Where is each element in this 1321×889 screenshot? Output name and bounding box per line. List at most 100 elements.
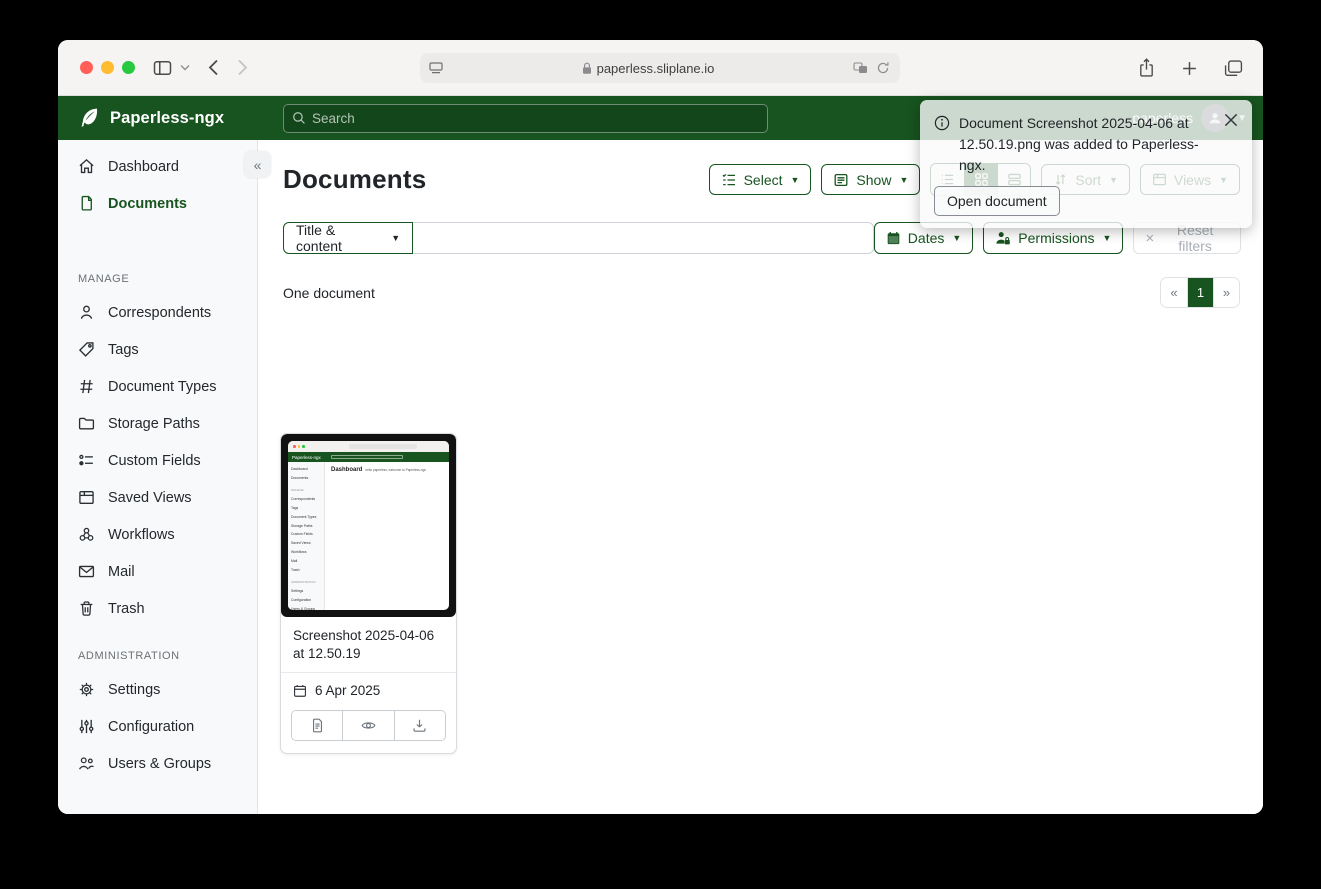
- sidebar-section-administration: ADMINISTRATION: [58, 650, 257, 671]
- chevron-down-icon[interactable]: [180, 64, 190, 71]
- app-brand[interactable]: Paperless-ngx: [78, 107, 283, 129]
- url-text: paperless.sliplane.io: [597, 61, 715, 76]
- close-icon: [1222, 111, 1240, 129]
- main-content: Documents Select ▼ Show ▼: [258, 140, 1263, 814]
- sidebar-nav: Dashboard Documents MANAGE Correspondent…: [58, 140, 258, 814]
- toast-notification: Document Screenshot 2025-04-06 at 12.50.…: [920, 100, 1252, 228]
- mini-sidebar-list: DashboardDocumentsMANAGECorrespondentsTa…: [288, 462, 325, 610]
- document-title[interactable]: Screenshot 2025-04-06 at 12.50.19: [281, 617, 456, 673]
- sidebar-item-correspondents[interactable]: Correspondents: [58, 294, 257, 331]
- folder-icon: [78, 415, 95, 432]
- filter-field-label: Title & content: [296, 222, 383, 254]
- sidebar-item-documents[interactable]: Documents: [58, 185, 257, 222]
- app-title: Paperless-ngx: [110, 109, 224, 128]
- sidebar-item-saved-views[interactable]: Saved Views: [58, 479, 257, 516]
- tab-overview-icon[interactable]: [1224, 60, 1243, 77]
- workflows-icon: [78, 526, 95, 543]
- sidebar-item-tags[interactable]: Tags: [58, 331, 257, 368]
- home-icon: [78, 158, 95, 175]
- global-search[interactable]: [283, 104, 768, 133]
- sidebar-item-users-groups[interactable]: Users & Groups: [58, 745, 257, 782]
- document-date-label: 6 Apr 2025: [315, 683, 380, 698]
- back-button[interactable]: [208, 59, 219, 76]
- download-icon: [412, 718, 427, 733]
- sidebar-toggle-icon[interactable]: [153, 60, 172, 76]
- pagination-prev-button[interactable]: «: [1161, 278, 1187, 307]
- pagination-next-button[interactable]: »: [1213, 278, 1239, 307]
- browser-window: paperless.sliplane.io: [58, 40, 1263, 814]
- sidebar-item-settings[interactable]: Settings: [58, 671, 257, 708]
- document-preview-button[interactable]: [342, 711, 393, 740]
- translate-icon[interactable]: [853, 62, 868, 74]
- envelope-icon: [78, 563, 95, 580]
- caret-down-icon: ▼: [391, 233, 400, 243]
- caret-down-icon: ▼: [899, 175, 908, 185]
- sidebar-item-mail[interactable]: Mail: [58, 553, 257, 590]
- x-icon: ×: [1145, 230, 1154, 247]
- toast-close-button[interactable]: [1222, 110, 1242, 130]
- share-icon[interactable]: [1138, 58, 1155, 78]
- caret-down-icon: ▼: [791, 175, 800, 185]
- document-thumbnail[interactable]: Paperless-ngx DashboardDocumentsMANAGECo…: [281, 434, 456, 617]
- sidebar-item-label: Settings: [108, 682, 160, 698]
- pagination: « 1 »: [1160, 277, 1240, 308]
- pagination-page-1-button[interactable]: 1: [1187, 278, 1213, 307]
- document-count: One document: [283, 285, 375, 301]
- sidebar-section-manage: MANAGE: [58, 273, 257, 294]
- document-download-button[interactable]: [394, 711, 445, 740]
- filter-field-dropdown[interactable]: Title & content ▼: [283, 222, 413, 254]
- sidebar-item-label: Workflows: [108, 527, 175, 543]
- sidebar-collapse-button[interactable]: «: [244, 151, 271, 178]
- filter-text-input[interactable]: [413, 222, 874, 254]
- tag-icon: [78, 341, 95, 358]
- browser-toolbar: paperless.sliplane.io: [58, 40, 1263, 96]
- sidebar-item-label: Custom Fields: [108, 453, 201, 469]
- custom-fields-icon: [78, 452, 95, 469]
- sidebar-item-label: Mail: [108, 564, 135, 580]
- file-icon: [78, 195, 95, 212]
- sidebar-item-workflows[interactable]: Workflows: [58, 516, 257, 553]
- sidebar-item-document-types[interactable]: Document Types: [58, 368, 257, 405]
- sidebar-item-storage-paths[interactable]: Storage Paths: [58, 405, 257, 442]
- sidebar-item-label: Tags: [108, 342, 139, 358]
- sliders-icon: [78, 718, 95, 735]
- forward-button[interactable]: [237, 59, 248, 76]
- document-details-button[interactable]: [292, 711, 342, 740]
- sidebar-item-dashboard[interactable]: Dashboard: [58, 148, 257, 185]
- show-button[interactable]: Show ▼: [821, 164, 920, 195]
- address-bar[interactable]: paperless.sliplane.io: [420, 53, 900, 83]
- zoom-window-button[interactable]: [122, 61, 135, 74]
- sidebar-item-label: Dashboard: [108, 159, 179, 175]
- minimize-window-button[interactable]: [101, 61, 114, 74]
- card-text-icon: [833, 172, 849, 188]
- open-document-button[interactable]: Open document: [934, 186, 1060, 216]
- gear-icon: [78, 681, 95, 698]
- paperless-logo-icon: [78, 107, 100, 129]
- page-settings-icon[interactable]: [429, 62, 443, 74]
- select-label: Select: [744, 172, 783, 188]
- file-text-icon: [310, 718, 325, 733]
- document-date: 6 Apr 2025: [281, 673, 456, 708]
- sidebar-item-configuration[interactable]: Configuration: [58, 708, 257, 745]
- permissions-label: Permissions: [1018, 230, 1094, 246]
- calendar-icon: [293, 684, 307, 698]
- select-button[interactable]: Select ▼: [709, 164, 812, 195]
- people-icon: [78, 755, 95, 772]
- dates-label: Dates: [908, 230, 945, 246]
- card-action-group: [291, 710, 446, 741]
- sidebar-item-custom-fields[interactable]: Custom Fields: [58, 442, 257, 479]
- close-window-button[interactable]: [80, 61, 93, 74]
- sidebar-item-label: Document Types: [108, 379, 217, 395]
- hash-icon: [78, 378, 95, 395]
- page-title: Documents: [283, 164, 426, 195]
- sidebar-item-trash[interactable]: Trash: [58, 590, 257, 627]
- toast-message: Document Screenshot 2025-04-06 at 12.50.…: [959, 113, 1212, 176]
- document-card[interactable]: Paperless-ngx DashboardDocumentsMANAGECo…: [280, 433, 457, 754]
- new-tab-icon[interactable]: [1181, 60, 1198, 77]
- global-search-input[interactable]: [306, 111, 767, 126]
- sidebar-item-label: Saved Views: [108, 490, 192, 506]
- search-icon: [292, 111, 306, 125]
- sidebar-item-label: Correspondents: [108, 305, 211, 321]
- reload-icon[interactable]: [876, 61, 890, 75]
- eye-icon: [360, 718, 377, 733]
